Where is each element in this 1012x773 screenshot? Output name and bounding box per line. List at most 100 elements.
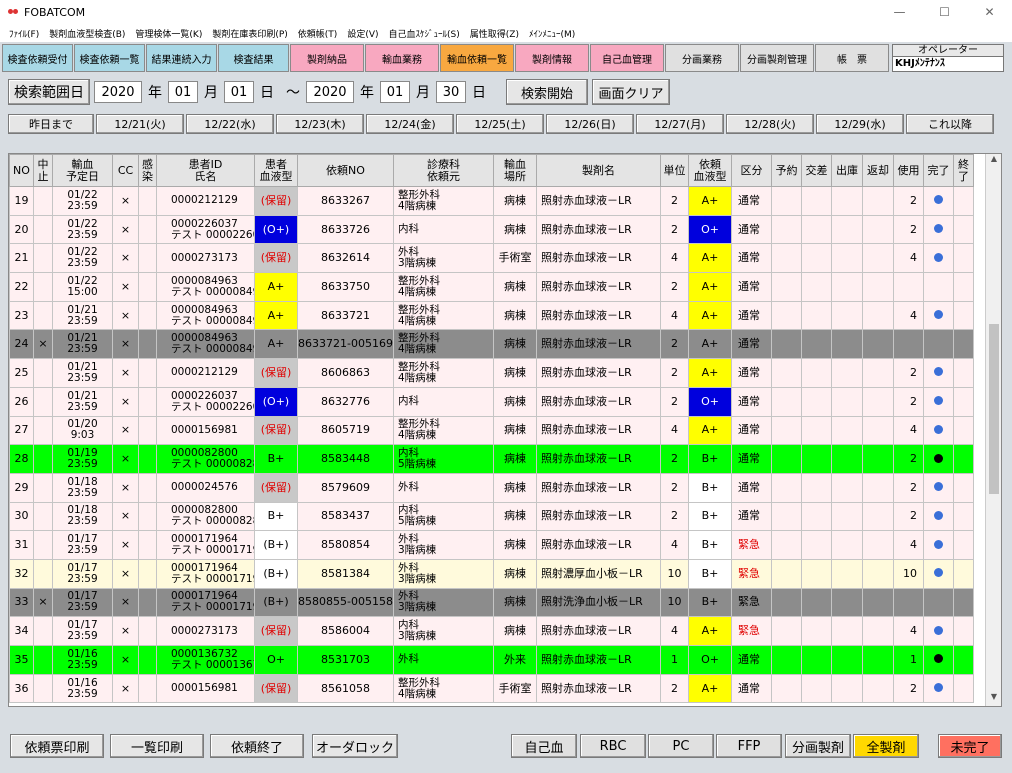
menu-item[interactable]: 製剤血液型検査(B) (44, 27, 130, 40)
menu-item[interactable]: 製剤在庫表印刷(P) (207, 27, 292, 40)
nav-button[interactable]: 輸血業務 (365, 44, 439, 72)
henkyaku-cell (862, 415, 894, 446)
table-row[interactable]: 21 01/22 23:59 × 0000273173 (保留) 8632614 外科 3階病棟… (9, 243, 974, 274)
shukko-cell (831, 558, 863, 589)
date-filter-button[interactable]: 12/23(木) (276, 114, 364, 134)
nav-button[interactable]: 検査依頼受付 (2, 44, 73, 72)
column-header[interactable]: 患者 血液型 (254, 154, 298, 187)
bottom-action-button[interactable]: オーダロック (312, 734, 398, 758)
column-header[interactable]: 単位 (660, 154, 689, 187)
nav-button[interactable]: 輸血依頼一覧 (440, 44, 514, 72)
bottom-action-button[interactable]: 依頼終了 (210, 734, 304, 758)
column-header[interactable]: 輸血 予定日 (52, 154, 113, 187)
date-filter-button[interactable]: 12/28(火) (726, 114, 814, 134)
to-month-input[interactable]: 01 (380, 81, 410, 103)
table-row[interactable]: 3501/1623:59×0000136732テスト 0000136732O+8… (9, 645, 974, 675)
menu-item[interactable]: 管理検体一覧(K) (130, 27, 207, 40)
from-month-input[interactable]: 01 (168, 81, 198, 103)
product-filter-button[interactable]: FFP (716, 734, 782, 758)
column-header[interactable]: 製剤名 (536, 154, 661, 187)
column-header[interactable]: 出庫 (831, 154, 863, 187)
menu-item[interactable]: ﾌｧｲﾙ(F) (4, 27, 44, 40)
table-row[interactable]: 24×01/2123:59×0000084963テスト 0000084963A+… (9, 329, 974, 360)
column-header[interactable]: 区分 (731, 154, 772, 187)
table-row[interactable]: 34 01/17 23:59 × 0000273173 (保留) 8586004 内科 3階病棟… (9, 616, 974, 646)
search-range-button[interactable]: 検索範囲日 (8, 79, 90, 105)
nav-button[interactable]: 検査結果 (218, 44, 289, 72)
bottom-action-button[interactable]: 依頼票印刷 (10, 734, 104, 758)
date-filter-button[interactable]: 12/29(水) (816, 114, 904, 134)
nav-button[interactable]: 製剤納品 (290, 44, 364, 72)
close-icon[interactable]: ✕ (967, 0, 1012, 24)
table-row[interactable]: 32 01/1723:59× 0000171964テスト 0000171964(B+… (9, 558, 974, 589)
product-filter-button[interactable]: 全製剤 (853, 734, 919, 758)
table-row[interactable]: 3001/1823:59×0000082800テスト 0000082800B+8… (9, 501, 974, 532)
table-row[interactable]: 19 01/22 23:59 × 0000212129 (保留) 8633267 整形外科 4階… (9, 186, 974, 216)
nav-button[interactable]: 検査依頼一覧 (74, 44, 145, 72)
nav-button[interactable]: 自己血管理 (590, 44, 664, 72)
column-header[interactable]: 終了 (953, 154, 974, 187)
nav-button[interactable]: 結果連続入力 (146, 44, 217, 72)
menu-item[interactable]: 自己血ｽｹｼﾞｭｰﾙ(S) (384, 27, 465, 40)
date-filter-button[interactable]: 12/27(月) (636, 114, 724, 134)
bottom-action-button[interactable]: 一覧印刷 (110, 734, 204, 758)
date-filter-button[interactable]: 12/26(日) (546, 114, 634, 134)
column-header[interactable]: 完了 (923, 154, 954, 187)
date-filter-button[interactable]: 12/22(水) (186, 114, 274, 134)
scroll-thumb[interactable] (989, 324, 999, 494)
table-row[interactable]: 31 01/1723:59× 0000171964テスト 0000171964(B+… (9, 530, 974, 560)
date-filter-button[interactable]: 12/21(火) (96, 114, 184, 134)
product-filter-button[interactable]: RBC (580, 734, 646, 758)
product-filter-button[interactable]: PC (648, 734, 714, 758)
column-header[interactable]: 診療科 依頼元 (393, 154, 494, 187)
table-row[interactable]: 26 01/2123:59× 0000226037テスト 0000226037(O+… (9, 386, 974, 417)
column-header[interactable]: 感染 (138, 154, 157, 187)
menu-item[interactable]: 依頼帳(T) (293, 27, 343, 40)
nav-button[interactable]: 帳 票 (815, 44, 889, 72)
date-filter-button[interactable]: 12/24(金) (366, 114, 454, 134)
to-year-input[interactable]: 2020 (306, 81, 354, 103)
to-day-input[interactable]: 30 (436, 81, 466, 103)
table-row[interactable]: 33×01/1723:59×0000171964テスト 0000171964(B… (9, 587, 974, 618)
date-filter-button[interactable]: 昨日まで (8, 114, 94, 134)
scroll-down-icon[interactable]: ▼ (986, 692, 1001, 706)
vertical-scrollbar[interactable]: ▲ ▼ (985, 154, 1001, 706)
menu-item[interactable]: 設定(V) (342, 27, 383, 40)
table-row[interactable]: 2301/2123:59×0000084963テスト 0000084963A+8… (9, 300, 974, 331)
column-header[interactable]: CC (112, 154, 139, 187)
column-header[interactable]: 返却 (862, 154, 894, 187)
table-row[interactable]: 36 01/16 23:59 × 0000156981 (保留) 8561058 整形外科 4階… (9, 673, 974, 704)
table-row[interactable]: 2201/2215:00×0000084963テスト 0000084963A+8… (9, 272, 974, 302)
column-header[interactable]: NO (9, 154, 34, 187)
column-header[interactable]: 依頼NO (297, 154, 394, 187)
nav-button[interactable]: 製剤情報 (515, 44, 589, 72)
table-row[interactable]: 2801/1923:59×0000082800テスト 0000082800B+8… (9, 444, 974, 474)
table-row[interactable]: 29 01/18 23:59 × 0000024576 (保留) 8579609 外科 病棟 照射… (9, 472, 974, 503)
column-header[interactable]: 中止 (33, 154, 53, 187)
maximize-icon[interactable]: ☐ (922, 0, 967, 24)
column-header[interactable]: 交差 (801, 154, 832, 187)
search-start-button[interactable]: 検索開始 (506, 79, 588, 105)
from-year-input[interactable]: 2020 (94, 81, 142, 103)
column-header[interactable]: 予約 (771, 154, 802, 187)
date-filter-button[interactable]: これ以降 (906, 114, 994, 134)
column-header[interactable]: 依頼 血液型 (688, 154, 732, 187)
scroll-up-icon[interactable]: ▲ (986, 154, 1001, 168)
table-row[interactable]: 27 01/20 9:03 × 0000156981 (保留) 8605719 整形外科 4階病… (9, 415, 974, 446)
menu-item[interactable]: 属性取得(Z) (465, 27, 524, 40)
clear-screen-button[interactable]: 画面クリア (592, 79, 670, 105)
menu-item[interactable]: ﾒｲﾝﾒﾆｭｰ(M) (524, 27, 580, 40)
nav-button[interactable]: 分画製剤管理 (740, 44, 814, 72)
column-header[interactable]: 使用 (893, 154, 924, 187)
from-day-input[interactable]: 01 (224, 81, 254, 103)
column-header[interactable]: 患者ID 氏名 (156, 154, 255, 187)
product-filter-button[interactable]: 未完了 (938, 734, 1002, 758)
column-header[interactable]: 輸血 場所 (493, 154, 537, 187)
table-row[interactable]: 20 01/2223:59× 0000226037テスト 0000226037(O+… (9, 214, 974, 245)
minimize-icon[interactable]: — (877, 0, 922, 24)
product-filter-button[interactable]: 自己血 (511, 734, 577, 758)
date-filter-button[interactable]: 12/25(土) (456, 114, 544, 134)
product-filter-button[interactable]: 分画製剤 (785, 734, 851, 758)
table-row[interactable]: 25 01/21 23:59 × 0000212129 (保留) 8606863 整形外科 4階… (9, 358, 974, 388)
nav-button[interactable]: 分画業務 (665, 44, 739, 72)
